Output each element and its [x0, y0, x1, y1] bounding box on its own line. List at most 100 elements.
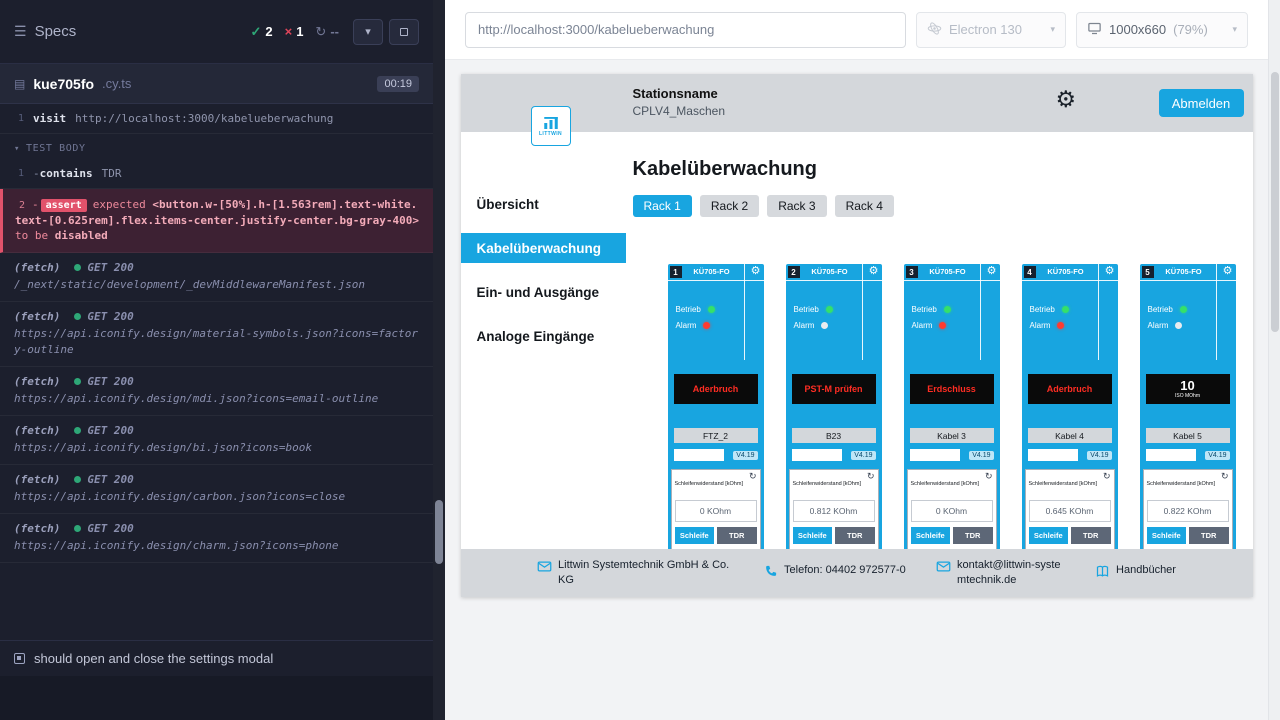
command-contains[interactable]: 1 -contains TDR — [0, 159, 433, 189]
pending-icon: ↻ — [315, 24, 326, 40]
footer-text: Telefon: 04402 972577-0 — [784, 563, 906, 578]
device-card: 3KÜ705-FO⚙BetriebAlarmErdschlussKabel 3V… — [904, 264, 1000, 574]
card-divider — [1098, 264, 1099, 360]
rack-tab[interactable]: Rack 4 — [835, 195, 894, 217]
device-title: KÜ705-FO — [1037, 267, 1095, 276]
request-status-dot — [74, 525, 81, 532]
resistance-label: Schleifenwiderstand [kOhm] — [793, 481, 861, 487]
reporter-scrollbar[interactable] — [433, 0, 445, 720]
page-scrollbar-thumb[interactable] — [1271, 72, 1279, 332]
tdr-button[interactable]: TDR — [717, 527, 757, 544]
refresh-icon[interactable]: ↻ — [985, 472, 993, 481]
alarm-indicator: Alarm — [1030, 321, 1065, 330]
specs-label: Specs — [35, 23, 77, 40]
collapse-button[interactable]: ▾ — [353, 19, 383, 45]
footer-text: Handbücher — [1116, 563, 1176, 578]
fetch-log-entry[interactable]: (fetch)GET 200https://api.iconify.design… — [0, 302, 433, 367]
stop-button[interactable] — [389, 19, 419, 45]
device-title: KÜ705-FO — [801, 267, 859, 276]
assert-message-part: disabled — [55, 229, 108, 242]
alarm-label: Alarm — [1030, 321, 1051, 330]
url-input[interactable] — [465, 12, 906, 48]
sidebar-item[interactable]: Analoge Eingänge — [461, 314, 626, 358]
betrieb-status-dot — [944, 306, 951, 313]
input-box — [1146, 449, 1196, 461]
fetch-line: (fetch)GET 200 — [14, 261, 421, 274]
device-settings-icon[interactable]: ⚙ — [869, 266, 879, 277]
resistance-value: 0 KOhm — [675, 500, 757, 522]
page-scrollbar[interactable] — [1268, 0, 1280, 720]
betrieb-status-dot — [1180, 306, 1187, 313]
test-body-section[interactable]: ▾ TEST BODY — [0, 134, 433, 159]
request-status-dot — [74, 476, 81, 483]
alarm-label: Alarm — [676, 321, 697, 330]
viewport-selector[interactable]: 1000x660 (79%) ▾ — [1076, 12, 1248, 48]
next-test-title[interactable]: should open and close the settings modal — [0, 640, 433, 676]
browser-selector[interactable]: Electron 130 ▾ — [916, 12, 1066, 48]
logout-button[interactable]: Abmelden — [1159, 89, 1244, 117]
command-visit[interactable]: 1 visit http://localhost:3000/kabelueber… — [0, 104, 433, 134]
settings-gear-icon[interactable]: ⚙ — [1056, 88, 1077, 111]
command-name: contains — [40, 167, 93, 180]
card-buttons: SchleifeTDR — [1147, 527, 1229, 544]
rack-tab[interactable]: Rack 2 — [700, 195, 759, 217]
spec-header[interactable]: ▤ kue705fo .cy.ts 00:19 — [0, 64, 433, 104]
app-header: Stationsname CPLV4_Maschen ⚙ Abmelden — [461, 74, 1253, 132]
refresh-icon[interactable]: ↻ — [867, 472, 875, 481]
card-buttons: SchleifeTDR — [793, 527, 875, 544]
alarm-indicator: Alarm — [1148, 321, 1183, 330]
fetch-log-entry[interactable]: (fetch)GET 200https://api.iconify.design… — [0, 367, 433, 416]
specs-list-icon: ☰ — [14, 23, 27, 40]
rack-tab[interactable]: Rack 3 — [767, 195, 826, 217]
request-url: https://api.iconify.design/bi.json?icons… — [14, 440, 421, 456]
device-number-badge: 3 — [906, 266, 918, 278]
input-box — [1028, 449, 1078, 461]
schleife-button[interactable]: Schleife — [1147, 527, 1187, 544]
fetch-log-entry[interactable]: (fetch)GET 200/_next/static/development/… — [0, 253, 433, 302]
schleife-button[interactable]: Schleife — [1029, 527, 1069, 544]
assert-message-part: expected — [93, 198, 153, 211]
request-status: GET 200 — [87, 261, 133, 274]
alarm-label: Alarm — [1148, 321, 1169, 330]
next-test-label: should open and close the settings modal — [34, 651, 273, 666]
device-settings-icon[interactable]: ⚙ — [751, 266, 761, 277]
device-title: KÜ705-FO — [1155, 267, 1213, 276]
refresh-icon[interactable]: ↻ — [1103, 472, 1111, 481]
specs-menu-button[interactable]: ☰ Specs — [14, 23, 76, 40]
device-settings-icon[interactable]: ⚙ — [987, 266, 997, 277]
tdr-button[interactable]: TDR — [835, 527, 875, 544]
request-status-dot — [74, 264, 81, 271]
sidebar-item[interactable]: Übersicht — [461, 182, 626, 226]
failed-assertion[interactable]: 2-assertexpected <button.w-[50%].h-[1.56… — [0, 189, 433, 253]
station-info: Stationsname CPLV4_Maschen — [633, 86, 726, 118]
card-divider — [1216, 264, 1217, 360]
request-status-dot — [74, 313, 81, 320]
device-settings-icon[interactable]: ⚙ — [1223, 266, 1233, 277]
refresh-icon[interactable]: ↻ — [749, 472, 757, 481]
page-title: Kabelüberwachung — [633, 158, 1253, 181]
fetch-log-entry[interactable]: (fetch)GET 200https://api.iconify.design… — [0, 465, 433, 514]
fetch-log-entry[interactable]: (fetch)GET 200https://api.iconify.design… — [0, 416, 433, 465]
device-settings-icon[interactable]: ⚙ — [1105, 266, 1115, 277]
version-row: V4.19 — [910, 449, 994, 461]
request-status: GET 200 — [87, 473, 133, 486]
rack-tab[interactable]: Rack 1 — [633, 195, 692, 217]
reporter-scrollbar-thumb[interactable] — [435, 500, 443, 564]
version-row: V4.19 — [1146, 449, 1230, 461]
refresh-icon[interactable]: ↻ — [1221, 472, 1229, 481]
app-footer: Littwin Systemtechnik GmbH & Co. KG Telef… — [461, 549, 1253, 597]
footer-item: Handbücher — [1095, 563, 1176, 584]
schleife-button[interactable]: Schleife — [911, 527, 951, 544]
sidebar-item[interactable]: Ein- und Ausgänge — [461, 270, 626, 314]
schleife-button[interactable]: Schleife — [675, 527, 715, 544]
alarm-status-dot — [821, 322, 828, 329]
footer-text: Littwin Systemtechnik GmbH & Co. KG — [558, 558, 733, 588]
pending-count: ↻-- — [315, 24, 339, 40]
tdr-button[interactable]: TDR — [953, 527, 993, 544]
fetch-log-entry[interactable]: (fetch)GET 200https://api.iconify.design… — [0, 514, 433, 563]
sidebar-item[interactable]: Kabelüberwachung — [461, 233, 626, 263]
tdr-button[interactable]: TDR — [1189, 527, 1229, 544]
tdr-button[interactable]: TDR — [1071, 527, 1111, 544]
schleife-button[interactable]: Schleife — [793, 527, 833, 544]
line-number: 2 — [15, 197, 25, 213]
